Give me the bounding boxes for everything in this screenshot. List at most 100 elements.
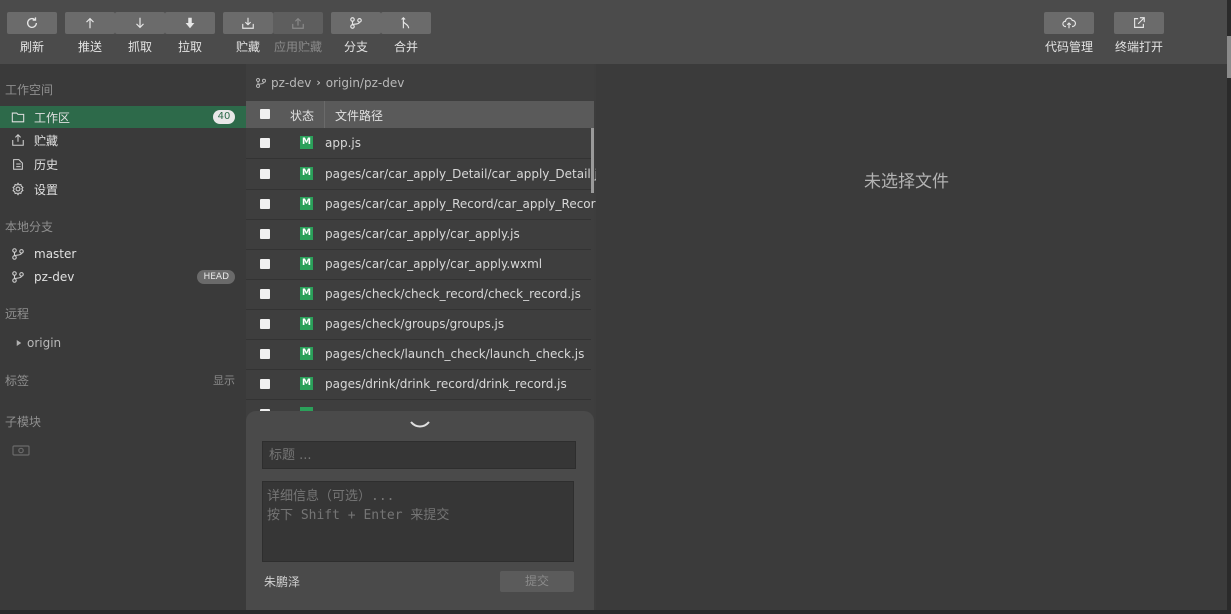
tags-title: 标签 <box>5 374 30 388</box>
apply-stash-tool[interactable]: 应用贮藏 <box>273 12 323 55</box>
code-manage-button[interactable] <box>1044 12 1094 34</box>
merge-tool[interactable]: 合并 <box>381 12 431 55</box>
file-checkbox[interactable] <box>260 289 270 299</box>
sidebar-item-settings[interactable]: 设置 <box>0 178 246 200</box>
commit-detail-input[interactable] <box>262 481 574 562</box>
modified-status-badge: M <box>300 287 313 300</box>
local-branches-title: 本地分支 <box>5 220 54 234</box>
modified-status-badge: M <box>300 227 313 240</box>
fetch-button[interactable] <box>115 12 165 34</box>
merge-icon <box>401 16 410 29</box>
refresh-label: 刷新 <box>19 40 44 54</box>
sidebar-item-worktree[interactable]: 工作区 40 <box>0 106 246 128</box>
push-label: 推送 <box>77 40 102 54</box>
file-row[interactable]: M pages/check/check_record/check_record.… <box>246 279 591 310</box>
head-badge: HEAD <box>197 270 235 284</box>
path-column-header: 文件路径 <box>335 109 384 123</box>
file-checkbox[interactable] <box>260 319 270 329</box>
caret-right-icon <box>16 340 24 346</box>
submodule-add-icon[interactable] <box>12 444 30 456</box>
merge-button[interactable] <box>381 12 431 34</box>
tags-show-link[interactable]: 显示 <box>213 372 235 388</box>
refresh-tool[interactable]: 刷新 <box>7 12 57 55</box>
file-path: pages/check/launch_check/launch_check.js <box>325 347 585 361</box>
window-scrollbar[interactable] <box>1227 0 1231 614</box>
file-path: pages/car/car_apply/car_apply.wxml <box>325 257 543 271</box>
file-list-header: 状态 文件路径 <box>246 101 594 128</box>
branch-button[interactable] <box>331 12 381 34</box>
external-link-icon <box>1134 17 1145 28</box>
commit-title-input[interactable] <box>262 441 576 469</box>
file-row[interactable]: M pages/car/car_apply_Record/car_apply_R… <box>246 189 616 220</box>
file-checkbox[interactable] <box>260 349 270 359</box>
sidebar-item-label: 工作区 <box>34 110 71 125</box>
open-terminal-tool[interactable]: 终端打开 <box>1114 12 1164 55</box>
modified-status-badge: M <box>300 377 313 390</box>
refresh-button[interactable] <box>7 12 57 34</box>
sidebar-item-label: 历史 <box>34 157 59 172</box>
open-terminal-button[interactable] <box>1114 12 1164 34</box>
submit-button[interactable]: 提交 <box>500 571 574 592</box>
stash-tool[interactable]: 贮藏 <box>223 12 273 55</box>
file-row[interactable]: M pages/check/groups/groups.js <box>246 309 591 340</box>
sidebar-item-label: 设置 <box>34 182 59 197</box>
file-checkbox[interactable] <box>260 229 270 239</box>
code-manage-tool[interactable]: 代码管理 <box>1044 12 1094 55</box>
stash-button[interactable] <box>223 12 273 34</box>
file-row[interactable]: M pages/car/car_apply/car_apply.wxml <box>246 249 591 280</box>
pull-button[interactable] <box>165 12 215 34</box>
select-all-checkbox[interactable] <box>260 109 270 119</box>
chevron-down-icon[interactable] <box>408 419 432 431</box>
no-file-selected-text: 未选择文件 <box>864 172 949 192</box>
push-tool[interactable]: 推送 <box>65 12 115 55</box>
stash-label: 贮藏 <box>235 40 260 54</box>
file-path: pages/check/check_record/check_record.js <box>325 287 581 301</box>
branch-icon <box>11 270 29 284</box>
file-row[interactable]: M pages/car/car_apply_Detail/car_apply_D… <box>246 159 604 190</box>
file-path: pages/car/car_apply_Detail/car_apply_Det… <box>325 167 605 181</box>
push-button[interactable] <box>65 12 115 34</box>
file-row[interactable]: M pages/check/launch_check/launch_check.… <box>246 339 591 370</box>
file-checkbox[interactable] <box>260 379 270 389</box>
sidebar-item-branch-pz-dev[interactable]: pz-dev HEAD <box>0 266 246 288</box>
modified-status-badge: M <box>300 317 313 330</box>
push-icon <box>86 17 94 29</box>
file-checkbox[interactable] <box>260 138 270 148</box>
chevron-right-icon: › <box>316 76 321 89</box>
file-path: pages/car/car_apply/car_apply.js <box>325 227 520 241</box>
refresh-icon <box>26 17 38 28</box>
sidebar-item-stash[interactable]: 贮藏 <box>0 129 246 151</box>
stash-icon <box>242 17 254 29</box>
file-row[interactable]: M pages/car/car_apply/car_apply.js <box>246 219 591 250</box>
merge-label: 合并 <box>393 40 418 54</box>
status-column-header: 状态 <box>290 109 315 123</box>
sidebar: 工作空间 工作区 40 贮藏 历史 设置 本地分支 master pz-dev … <box>0 64 246 614</box>
cloud-upload-icon <box>1062 17 1076 29</box>
diff-view: 未选择文件 <box>596 64 1227 614</box>
sidebar-item-branch-master[interactable]: master <box>0 243 246 265</box>
branch-tool[interactable]: 分支 <box>331 12 381 55</box>
sidebar-item-remote-origin[interactable]: origin <box>0 332 246 354</box>
sidebar-item-label: origin <box>27 336 62 350</box>
fetch-tool[interactable]: 抓取 <box>115 12 165 55</box>
file-checkbox[interactable] <box>260 259 270 269</box>
sidebar-item-label: pz-dev <box>34 270 75 284</box>
sidebar-item-history[interactable]: 历史 <box>0 153 246 175</box>
commit-panel: 朱鹏泽 提交 <box>246 411 594 611</box>
file-path: pages/check/groups/groups.js <box>325 317 505 331</box>
apply-stash-button[interactable] <box>273 12 323 34</box>
remote-branch-name: origin/pz-dev <box>325 75 405 90</box>
file-list-scrollbar[interactable] <box>591 128 594 193</box>
file-path: pages/car/car_apply_Record/car_apply_Rec… <box>325 197 617 211</box>
fetch-label: 抓取 <box>127 40 152 54</box>
file-row[interactable]: M app.js <box>246 128 591 159</box>
branch-icon <box>350 17 362 29</box>
changes-count-badge: 40 <box>213 110 235 124</box>
pull-tool[interactable]: 拉取 <box>165 12 215 55</box>
file-checkbox[interactable] <box>260 169 270 179</box>
file-checkbox[interactable] <box>260 199 270 209</box>
file-row[interactable]: M pages/drink/drink_record/drink_record.… <box>246 369 591 400</box>
pull-label: 拉取 <box>177 40 202 54</box>
branch-icon <box>11 247 29 261</box>
window-scrollbar-thumb[interactable] <box>1227 36 1231 78</box>
